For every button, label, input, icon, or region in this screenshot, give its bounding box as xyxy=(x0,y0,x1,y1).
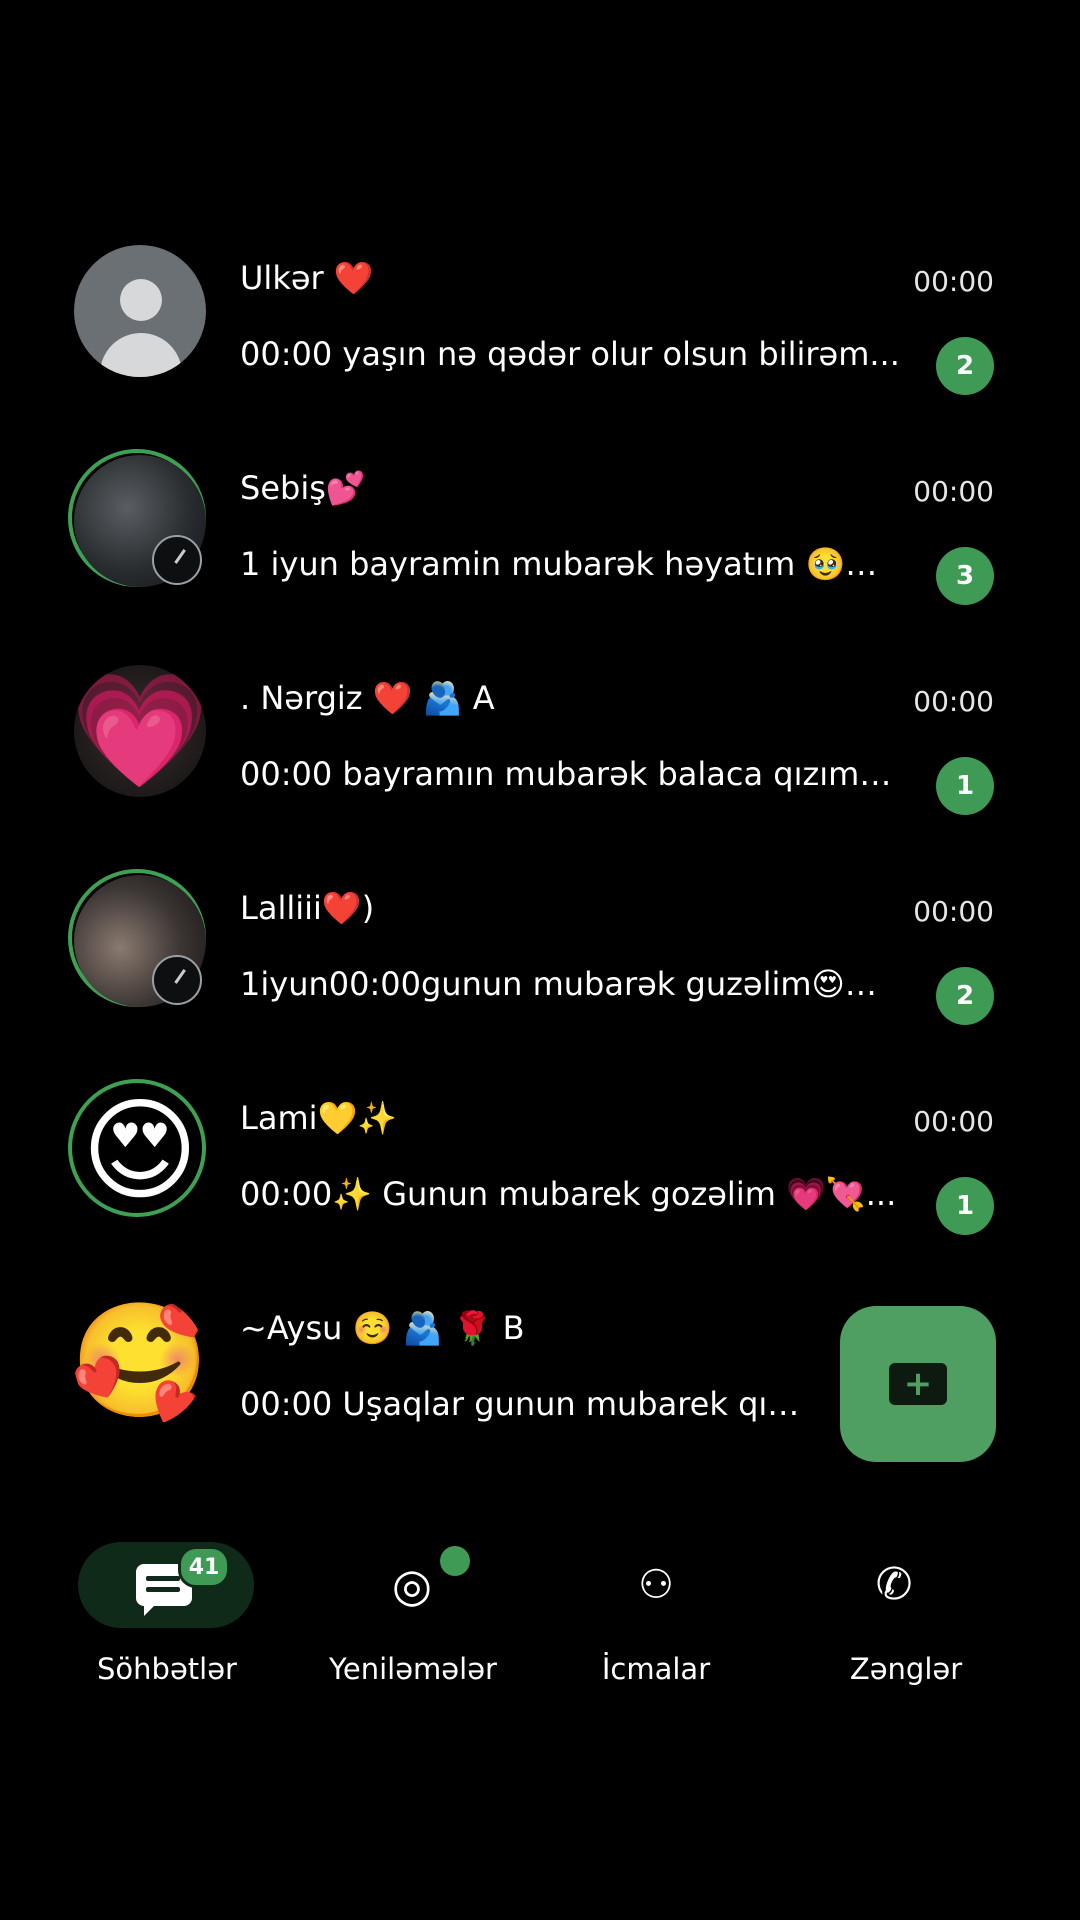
chat-name: . Nərgiz ❤️ 🫂 A xyxy=(240,679,495,717)
nav-calls[interactable]: ✆ Zənglər xyxy=(824,1540,1044,1710)
avatar-head-shape xyxy=(120,279,162,321)
chat-row-sebis[interactable]: Sebiş💕 00:00 1 iyun bayramin mubarək həy… xyxy=(0,449,1080,625)
updates-dot xyxy=(440,1546,470,1576)
nav-updates-label: Yeniləmələr xyxy=(329,1652,497,1686)
chat-name: ~Aysu ☺️ 🫂 🌹 B xyxy=(240,1309,525,1347)
chat-row-lalliii[interactable]: Lalliii❤️) 00:00 1iyun00:00gunun mubarək… xyxy=(0,869,1080,1045)
nav-chats[interactable]: 41 Söhbətlər xyxy=(78,1540,298,1710)
chat-time: 00:00 xyxy=(913,895,994,928)
chat-name: Lami💛✨ xyxy=(240,1099,398,1137)
nav-calls-label: Zənglər xyxy=(849,1652,963,1686)
chat-time: 00:00 xyxy=(913,475,994,508)
avatar-emoji[interactable]: 😍 xyxy=(74,1085,206,1217)
chats-unread-badge: 41 xyxy=(178,1546,230,1588)
unread-badge: 2 xyxy=(936,337,994,395)
chat-preview: 00:00 Uşaqlar gunun mubarek qızım🤍 xyxy=(240,1385,800,1423)
nav-chats-label: Söhbətlər xyxy=(97,1652,237,1686)
nav-communities-label: İcmalar xyxy=(601,1652,711,1686)
chat-name: Ulkər ❤️ xyxy=(240,259,374,297)
nav-updates[interactable]: ◎ Yeniləmələr xyxy=(318,1540,538,1710)
chat-preview: 1iyun00:00gunun mubarək guzəlim😍💖... xyxy=(240,965,900,1003)
new-chat-icon: + xyxy=(889,1363,947,1405)
chat-time: 00:00 xyxy=(913,265,994,298)
chat-preview: 00:00 yaşın nə qədər olur olsun bilirəm.… xyxy=(240,335,900,373)
chat-time: 00:00 xyxy=(913,1105,994,1138)
updates-icon: ◎ xyxy=(391,1558,433,1612)
avatar-emoji[interactable]: 🥰 xyxy=(74,1295,206,1427)
chat-time: 00:00 xyxy=(913,685,994,718)
chat-row-lami[interactable]: 😍 Lami💛✨ 00:00 00:00✨ Gunun mubarek gozə… xyxy=(0,1079,1080,1255)
chat-row-nergiz[interactable]: 💗 . Nərgiz ❤️ 🫂 A 00:00 00:00 bayramın m… xyxy=(0,665,1080,835)
nav-communities[interactable]: ⚇ İcmalar xyxy=(568,1540,788,1710)
bottom-nav: 41 Söhbətlər ◎ Yeniləmələr ⚇ İcmalar ✆ Z… xyxy=(0,1540,1080,1710)
unread-badge: 2 xyxy=(936,967,994,1025)
communities-icon: ⚇ xyxy=(638,1562,674,1608)
screen: Ulkər ❤️ 00:00 00:00 yaşın nə qədər olur… xyxy=(0,0,1080,1920)
avatar-body-shape xyxy=(100,333,182,377)
phone-icon: ✆ xyxy=(875,1559,913,1610)
new-chat-button[interactable]: + xyxy=(840,1306,996,1462)
unread-badge: 1 xyxy=(936,1177,994,1235)
chat-preview: 00:00✨ Gunun mubarek gozəlim 💗💘... xyxy=(240,1175,897,1213)
chat-row-ulker[interactable]: Ulkər ❤️ 00:00 00:00 yaşın nə qədər olur… xyxy=(0,245,1080,415)
chat-name: Sebiş💕 xyxy=(240,469,366,507)
avatar-default[interactable] xyxy=(74,245,206,377)
unread-badge: 1 xyxy=(936,757,994,815)
status-timer-icon xyxy=(152,955,202,1005)
chat-preview: 1 iyun bayramin mubarək həyatım 🥹💗... xyxy=(240,545,900,583)
chat-preview: 00:00 bayramın mubarək balaca qızım n... xyxy=(240,755,900,793)
avatar-emoji[interactable]: 💗 xyxy=(74,665,206,797)
chat-name: Lalliii❤️) xyxy=(240,889,375,927)
unread-badge: 3 xyxy=(936,547,994,605)
status-timer-icon xyxy=(152,535,202,585)
